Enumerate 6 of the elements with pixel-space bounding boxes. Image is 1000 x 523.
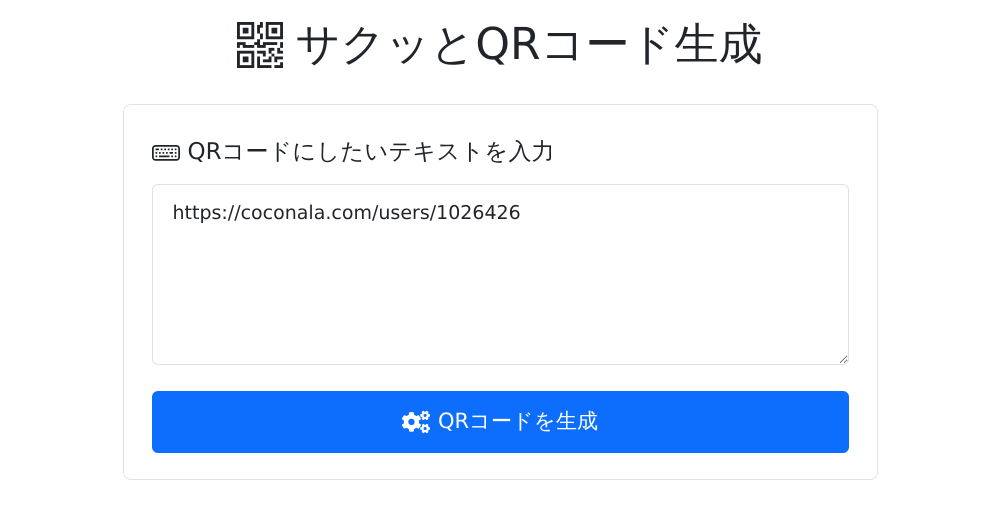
qr-code-icon xyxy=(237,22,284,68)
field-label: QRコードにしたいテキストを入力 xyxy=(188,138,555,167)
gears-icon xyxy=(402,410,430,434)
page-title: サクッとQRコード生成 xyxy=(295,23,763,67)
text-input-field[interactable]: https://coconala.com/users/1026426 xyxy=(152,184,848,364)
generate-button[interactable]: QRコードを生成 xyxy=(152,390,848,452)
